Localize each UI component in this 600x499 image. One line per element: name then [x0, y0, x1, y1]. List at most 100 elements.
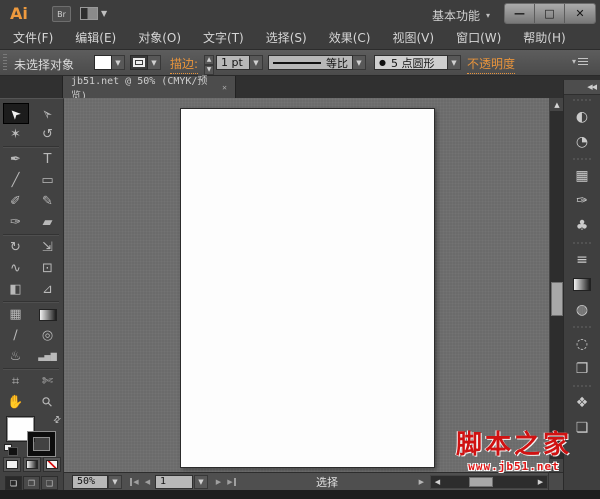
default-fill-stroke-icon[interactable] [3, 444, 18, 456]
transparency-panel-button[interactable]: ◍ [564, 297, 600, 322]
graphic-styles-panel-button[interactable]: ❐ [564, 356, 600, 381]
close-button[interactable]: ✕ [565, 4, 595, 23]
draw-behind-button[interactable]: ❐ [23, 476, 40, 490]
minimize-button[interactable]: — [505, 4, 535, 23]
menu-item[interactable]: 文字(T) [192, 28, 255, 49]
rectangle-tool[interactable]: ▭ [35, 170, 61, 191]
scale-tool[interactable]: ⇲ [35, 237, 61, 258]
gradient-button[interactable] [22, 457, 41, 472]
draw-normal-button[interactable]: ❏ [5, 476, 22, 490]
stroke-panel-button[interactable]: ≡ [564, 247, 600, 272]
width-tool[interactable]: ∿ [3, 258, 29, 279]
artboards-panel-button[interactable]: ❏ [564, 415, 600, 440]
close-icon[interactable]: ✕ [222, 83, 227, 92]
artboard-tool[interactable]: ⌗ [3, 371, 29, 392]
rotate-tool[interactable]: ↻ [3, 237, 29, 258]
next-artboard-button[interactable]: ▶ [212, 475, 225, 489]
scroll-right-icon[interactable]: ▶ [534, 476, 547, 488]
scroll-up-icon[interactable]: ▲ [550, 98, 564, 111]
draw-inside-button[interactable]: ❑ [41, 476, 58, 490]
blob-brush-tool[interactable]: ✑ [3, 212, 29, 233]
stroke-color-control[interactable]: ▼ [130, 55, 161, 70]
horizontal-scrollbar[interactable]: ◀ ▶ [430, 474, 548, 489]
color-panel-button[interactable]: ◐ [564, 104, 600, 129]
paintbrush-tool[interactable]: ✐ [3, 191, 29, 212]
stroke-swatch[interactable] [27, 432, 55, 456]
pen-tool[interactable]: ✒ [3, 149, 29, 170]
bridge-icon[interactable]: Br [52, 6, 71, 22]
artboard-number-input[interactable]: 1 [155, 474, 193, 489]
fill-color-control[interactable]: ▼ [94, 55, 125, 70]
menu-item[interactable]: 文件(F) [2, 28, 64, 49]
menu-item[interactable]: 窗口(W) [445, 28, 512, 49]
opacity-panel-link[interactable]: 不透明度 [467, 55, 516, 74]
expand-panels-button[interactable]: ◀◀ [564, 80, 600, 95]
zoom-level-input[interactable]: 50% [72, 474, 108, 489]
swap-fill-stroke-icon[interactable]: ⇄ [51, 414, 63, 426]
menu-item[interactable]: 编辑(E) [64, 28, 127, 49]
scroll-down-icon[interactable]: ▼ [550, 459, 564, 472]
artboard-dropdown-icon[interactable]: ▼ [194, 474, 208, 489]
vertical-scrollbar-thumb[interactable] [551, 282, 563, 316]
none-button[interactable] [42, 457, 61, 472]
menu-item[interactable]: 效果(C) [318, 28, 382, 49]
gradient-tool[interactable] [35, 304, 61, 325]
vertical-scrollbar[interactable]: ▲ ▼ [549, 98, 564, 472]
previous-artboard-button[interactable]: ◀ [141, 475, 154, 489]
slice-tool[interactable]: ✄ [35, 371, 61, 392]
swatches-panel-button[interactable]: ▦ [564, 163, 600, 188]
width-profile-select[interactable]: 等比 [268, 55, 353, 70]
eraser-tool[interactable]: ▰ [35, 212, 61, 233]
canvas-area[interactable] [64, 98, 549, 472]
magic-wand-tool[interactable]: ✶ [3, 124, 29, 145]
menu-item[interactable]: 帮助(H) [512, 28, 576, 49]
eyedropper-tool[interactable]: ∕ [3, 325, 29, 346]
layers-panel-button[interactable]: ❖ [564, 390, 600, 415]
hand-tool[interactable]: ✋ [3, 392, 29, 413]
horizontal-scrollbar-thumb[interactable] [469, 476, 493, 487]
chevron-down-icon[interactable]: ▼ [448, 55, 461, 70]
first-artboard-button[interactable]: ◀ [128, 475, 141, 489]
brushes-panel-button[interactable]: ✑ [564, 188, 600, 213]
column-graph-tool[interactable]: ▃▅▇ [35, 346, 61, 367]
perspective-grid-tool[interactable]: ⊿ [35, 279, 61, 300]
zoom-dropdown-icon[interactable]: ▼ [108, 474, 122, 489]
pencil-tool[interactable]: ✎ [35, 191, 61, 212]
chevron-down-icon[interactable]: ▼ [112, 55, 125, 70]
stroke-width-stepper[interactable]: ▲ ▼ [204, 55, 214, 75]
gradient-panel-button[interactable] [564, 272, 600, 297]
scroll-left-icon[interactable]: ◀ [431, 476, 444, 488]
shape-builder-tool[interactable]: ◧ [3, 279, 29, 300]
color-button[interactable] [2, 457, 21, 472]
last-artboard-button[interactable]: ▶ [225, 475, 238, 489]
workspace-switcher[interactable]: 基本功能 ▾ [428, 5, 494, 26]
appearance-panel-button[interactable]: ◌ [564, 331, 600, 356]
direct-selection-tool[interactable]: ➢ [35, 103, 61, 124]
color-guide-panel-button[interactable]: ◔ [564, 129, 600, 154]
free-transform-tool[interactable]: ⊡ [35, 258, 61, 279]
selection-tool[interactable]: ➤ [2, 103, 29, 124]
control-panel-menu-button[interactable]: ▾ [572, 57, 588, 66]
menu-item[interactable]: 选择(S) [255, 28, 318, 49]
symbol-sprayer-tool[interactable]: ♨ [3, 346, 29, 367]
lasso-tool[interactable]: ↺ [35, 124, 61, 145]
stroke-width-input[interactable]: 1 pt [216, 55, 250, 70]
maximize-button[interactable]: □ [535, 4, 565, 23]
type-tool[interactable]: T [35, 149, 61, 170]
line-segment-tool[interactable]: ╱ [3, 170, 29, 191]
menu-item[interactable]: 视图(V) [381, 28, 445, 49]
status-display[interactable]: 选择 ▶ [316, 474, 424, 490]
brush-definition-select[interactable]: ● 5 点圆形 [374, 55, 448, 70]
document-tab[interactable]: jb51.net @ 50% (CMYK/预览) ✕ [62, 76, 236, 102]
arrange-documents-button[interactable]: ▼ [80, 7, 107, 20]
menu-item[interactable]: 对象(O) [127, 28, 192, 49]
blend-tool[interactable]: ◎ [35, 325, 61, 346]
symbols-panel-button[interactable]: ♣ [564, 213, 600, 238]
step-up-icon[interactable]: ▲ [204, 55, 214, 65]
chevron-down-icon[interactable]: ▼ [353, 55, 366, 70]
chevron-down-icon[interactable]: ▼ [148, 55, 161, 70]
artboard[interactable] [180, 108, 435, 468]
mesh-tool[interactable]: ▦ [3, 304, 29, 325]
chevron-down-icon[interactable]: ▼ [250, 55, 263, 70]
status-flyout-icon[interactable]: ▶ [419, 478, 424, 486]
